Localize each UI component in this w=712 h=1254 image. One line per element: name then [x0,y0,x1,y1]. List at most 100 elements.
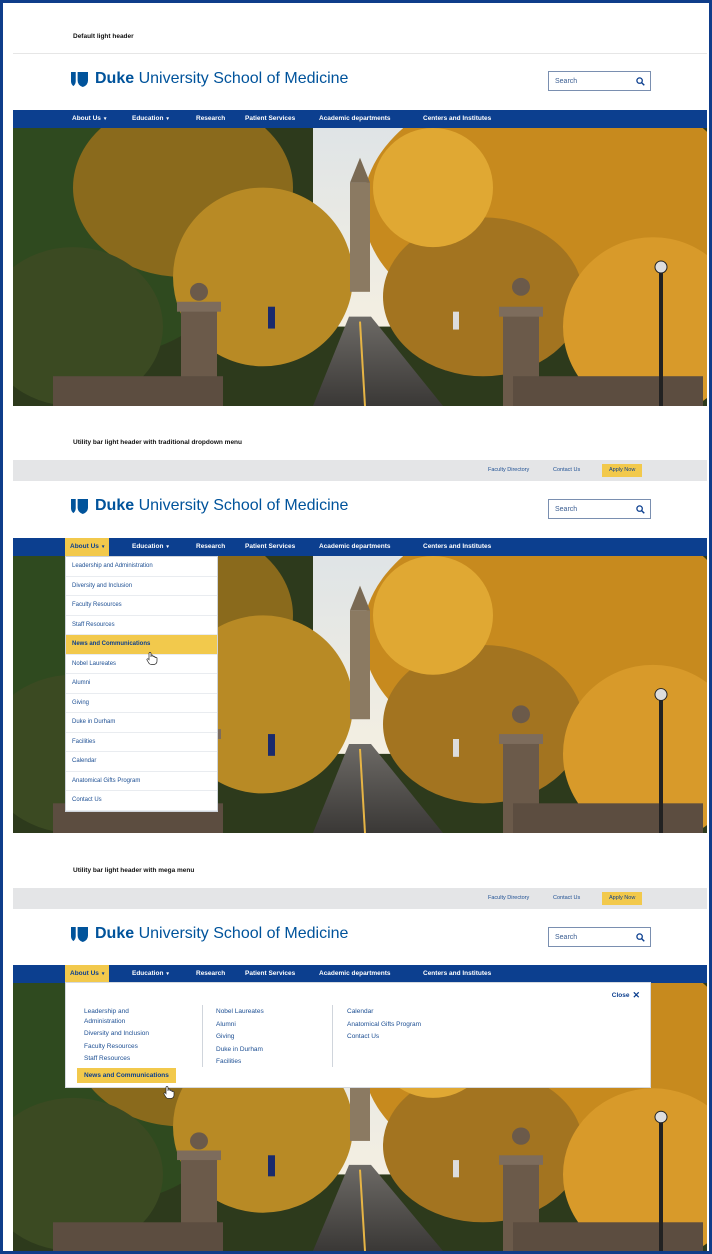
mega-divider [332,1005,333,1067]
nav-about-us[interactable]: About Us ▾ [72,110,106,128]
dropdown-item[interactable]: Alumni [66,674,217,694]
close-icon: ✕ [632,990,640,1000]
search-input[interactable]: Search [548,499,651,519]
mega-link[interactable]: Contact Us [347,1032,421,1042]
nav-label: Centers and Institutes [423,115,492,122]
chevron-down-icon: ▾ [166,971,169,977]
nav-education[interactable]: Education ▾ [132,110,169,128]
contact-us-link[interactable]: Contact Us [553,888,580,909]
mega-link[interactable]: Faculty Resources [84,1042,176,1052]
search-input[interactable]: Search [548,927,651,947]
nav-label: Research [196,543,226,550]
dropdown-item[interactable]: Staff Resources [66,616,217,635]
main-nav: About Us ▾ Education ▾ Research Patient Se… [13,965,707,983]
nav-label: Academic departments [319,543,391,550]
mega-link[interactable]: Duke in Durham [216,1045,264,1055]
nav-label: Academic departments [319,115,391,122]
apply-now-button[interactable]: Apply Now [602,892,643,905]
nav-label: About Us [70,970,99,977]
hand-cursor-icon [146,652,158,665]
mega-link[interactable]: Administration [84,1017,176,1027]
nav-education[interactable]: Education ▾ [132,965,169,983]
duke-shield-icon [70,498,89,515]
dropdown-item[interactable]: Duke in Durham [66,713,217,733]
mega-link[interactable]: Facilities [216,1057,264,1067]
section-label: Default light header [73,33,134,40]
dropdown-item-active[interactable]: News and Communications [66,635,217,655]
contact-us-link[interactable]: Contact Us [553,460,580,481]
site-header: Duke University School of Medicine Searc… [13,909,707,965]
brand-logo-link[interactable]: Duke University School of Medicine [70,497,348,515]
nav-academic-departments[interactable]: Academic departments [319,110,391,128]
nav-centers-institutes[interactable]: Centers and Institutes [423,110,491,128]
search-icon[interactable] [636,505,645,514]
hand-cursor-icon [163,1086,175,1099]
mega-link[interactable]: Alumni [216,1020,264,1030]
utility-bar: Faculty Directory Contact Us Apply Now [13,888,707,909]
mega-link[interactable]: Nobel Laureates [216,1007,264,1017]
hero-image [13,128,707,406]
mega-column-3: Calendar Anatomical Gifts Program Contac… [347,1007,421,1042]
dropdown-item[interactable]: Giving [66,694,217,713]
search-icon[interactable] [636,77,645,86]
nav-patient-services[interactable]: Patient Services [245,110,295,128]
dropdown-item[interactable]: Diversity and Inclusion [66,577,217,596]
dropdown-item[interactable]: Faculty Resources [66,596,217,616]
nav-about-us[interactable]: About Us ▾ [65,538,110,556]
brand-logo-link[interactable]: Duke University School of Medicine [70,925,348,943]
main-nav: About Us ▾ Education ▾ Research Patient Se… [13,538,707,556]
nav-label: Academic departments [319,970,391,977]
dropdown-item[interactable]: Nobel Laureates [66,655,217,674]
mega-link[interactable]: Anatomical Gifts Program [347,1020,421,1030]
nav-centers-institutes[interactable]: Centers and Institutes [423,538,491,556]
nav-research[interactable]: Research [196,965,225,983]
nav-about-us[interactable]: About Us ▾ [65,965,110,983]
mega-column-2: Nobel Laureates Alumni Giving Duke in Du… [216,1007,264,1067]
dropdown-item[interactable]: Facilities [66,733,217,752]
nav-label: Education [132,543,164,550]
brand-name-bold: Duke [95,70,135,87]
mega-link[interactable]: Giving [216,1032,264,1042]
about-us-mega-menu: Close ✕ Leadership and Administration Di… [65,982,651,1088]
dropdown-item[interactable]: Anatomical Gifts Program [66,772,217,791]
apply-now-button[interactable]: Apply Now [602,464,643,477]
dropdown-item[interactable]: Calendar [66,752,217,772]
nav-academic-departments[interactable]: Academic departments [319,965,391,983]
mega-link[interactable]: Leadership and [84,1007,176,1017]
brand-name-rest: University School of Medicine [134,925,349,942]
brand-logo-link[interactable]: Duke University School of Medicine [70,70,348,88]
nav-label: Patient Services [245,543,296,550]
nav-patient-services[interactable]: Patient Services [245,538,295,556]
search-placeholder: Search [555,77,578,85]
dropdown-item[interactable]: Contact Us [66,791,217,811]
mega-divider [202,1005,203,1067]
duke-shield-icon [70,71,89,88]
duke-shield-icon [70,926,89,943]
main-nav: About Us ▾ Education ▾ Research Patient Se… [13,110,707,128]
chevron-down-icon: ▾ [166,544,169,550]
mega-link-active[interactable]: News and Communications [77,1067,176,1083]
brand-name-bold: Duke [95,497,135,514]
mega-link[interactable]: Staff Resources [84,1054,176,1064]
nav-research[interactable]: Research [196,110,225,128]
mega-link[interactable]: Diversity and Inclusion [84,1029,176,1039]
brand-name-rest: University School of Medicine [134,497,349,514]
nav-patient-services[interactable]: Patient Services [245,965,295,983]
search-icon[interactable] [636,933,645,942]
nav-research[interactable]: Research [196,538,225,556]
about-us-dropdown: Leadership and Administration Diversity … [65,556,218,812]
site-header: Duke University School of Medicine Searc… [13,481,707,537]
chevron-down-icon: ▾ [103,116,107,122]
mega-close-button[interactable]: Close ✕ [612,991,640,1000]
nav-centers-institutes[interactable]: Centers and Institutes [423,965,491,983]
section-label: Utility bar light header with traditiona… [73,439,243,446]
brand-name-bold: Duke [95,925,135,942]
mega-link[interactable]: Calendar [347,1007,421,1017]
faculty-directory-link[interactable]: Faculty Directory [488,888,529,909]
faculty-directory-link[interactable]: Faculty Directory [488,460,529,481]
nav-education[interactable]: Education ▾ [132,538,169,556]
dropdown-item[interactable]: Leadership and Administration [66,557,217,577]
search-input[interactable]: Search [548,71,651,91]
chevron-down-icon: ▾ [101,544,105,550]
nav-academic-departments[interactable]: Academic departments [319,538,391,556]
